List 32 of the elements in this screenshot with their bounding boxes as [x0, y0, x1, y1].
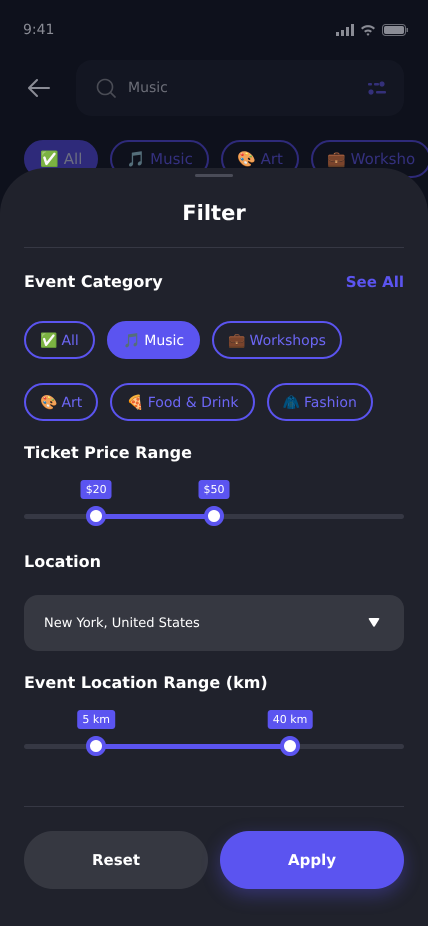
slider-thumb[interactable]: [280, 736, 300, 756]
signal-icon: [336, 24, 354, 36]
apply-button[interactable]: Apply: [220, 831, 404, 889]
section-heading: Event Category: [24, 272, 163, 291]
category-chip[interactable]: 🎨 Art: [24, 383, 98, 421]
status-time: 9:41: [23, 22, 54, 38]
search-field[interactable]: Music: [76, 60, 404, 116]
sheet-title: Filter: [181, 201, 247, 227]
category-chip[interactable]: 🍕 Food & Drink: [110, 383, 255, 421]
category-chip[interactable]: 🧥 Fashion: [266, 383, 373, 421]
value-tooltip: 40 km: [268, 710, 312, 729]
category-chip[interactable]: 💼 Workshops: [212, 321, 342, 359]
category-chip[interactable]: ✅ All: [24, 321, 95, 359]
section-heading: Event Location Range (km): [24, 673, 269, 692]
slider-thumb[interactable]: [86, 736, 106, 756]
see-all-link[interactable]: See All: [346, 272, 404, 290]
value-tooltip: 5 km: [77, 710, 115, 729]
wifi-icon: [360, 24, 376, 36]
sheet-handle[interactable]: [195, 174, 233, 177]
reset-button[interactable]: Reset: [24, 831, 208, 889]
value-tooltip: $50: [198, 480, 230, 499]
location-dropdown[interactable]: New York, United States: [24, 595, 404, 651]
caret-icon: [368, 618, 380, 628]
slider-thumb[interactable]: [86, 506, 106, 526]
section-heading: Location: [24, 552, 102, 571]
back-arrow-icon[interactable]: [28, 79, 50, 97]
section-heading: Ticket Price Range: [24, 443, 193, 462]
search-icon: [96, 78, 116, 98]
battery-icon: [382, 24, 408, 36]
value-tooltip: $20: [80, 480, 112, 499]
category-chip[interactable]: 🎵 Music: [106, 321, 200, 359]
slider-thumb[interactable]: [204, 506, 224, 526]
